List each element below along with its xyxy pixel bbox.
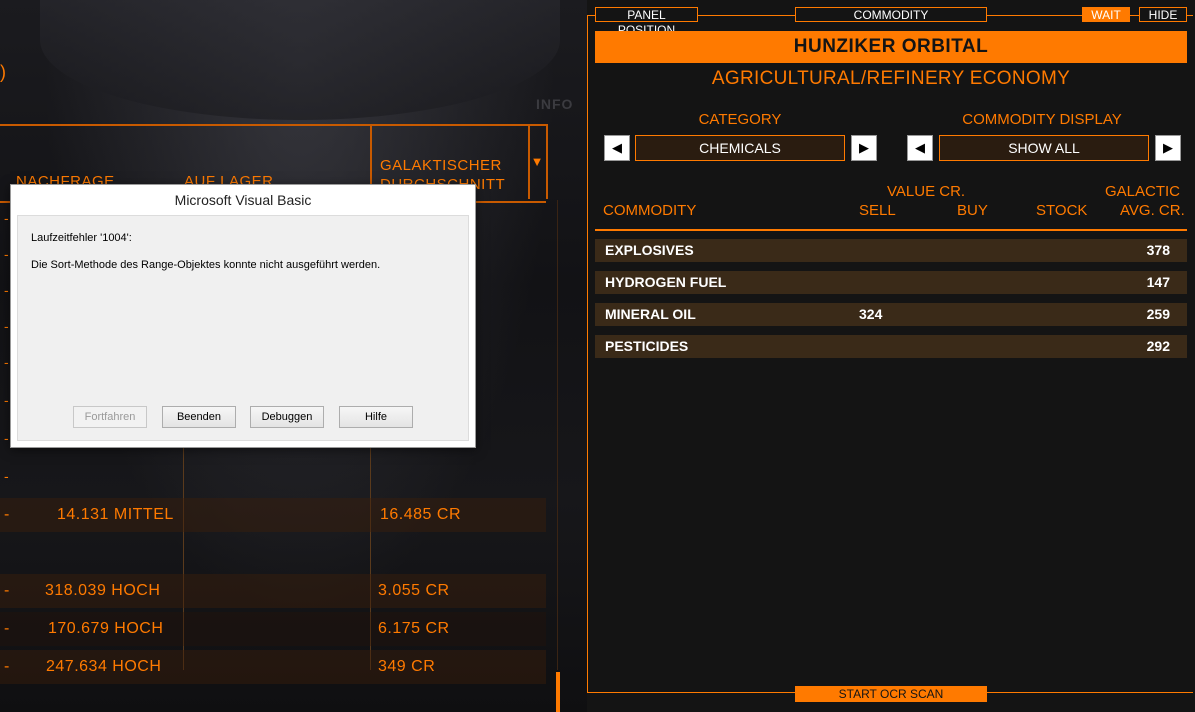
row-galactic: 6.175 CR (378, 620, 450, 637)
commodity-avg: 292 (1146, 338, 1170, 354)
galactic-header: GALACTIC (1105, 183, 1181, 200)
row-dash: - (4, 282, 9, 298)
row-demand: 247.634 HOCH (46, 658, 162, 675)
triangle-left-icon: ◀ (612, 140, 622, 155)
commodity-name: MINERAL OIL (605, 306, 696, 322)
category-prev-button[interactable]: ◀ (604, 135, 630, 161)
end-button[interactable]: Beenden (162, 406, 236, 428)
bg-paren: ) (0, 62, 6, 82)
row-galactic: 3.055 CR (378, 582, 450, 599)
commodity-name: HYDROGEN FUEL (605, 274, 727, 290)
error-message: Die Sort-Methode des Range-Objektes konn… (31, 259, 381, 271)
sell-header[interactable]: SELL (859, 202, 896, 219)
help-button[interactable]: Hilfe (339, 406, 413, 428)
category-next-button[interactable]: ▶ (851, 135, 877, 161)
dialog-body: Laufzeitfehler '1004': Die Sort-Methode … (17, 215, 469, 441)
commodity-avg: 259 (1146, 306, 1170, 322)
row-dash: - (4, 354, 9, 370)
row-dash: - (4, 392, 9, 408)
row-dash: - (4, 318, 9, 334)
tab-commodity[interactable]: COMMODITY (795, 7, 987, 22)
panel-position-button[interactable]: PANEL POSITION (595, 7, 698, 37)
bg-info-text: INFO (536, 96, 574, 112)
economy-type: AGRICULTURAL/REFINERY ECONOMY (711, 68, 1071, 89)
continue-button: Fortfahren (73, 406, 147, 428)
value-cr-header: VALUE CR. (887, 183, 966, 200)
row-dash: - (4, 210, 9, 226)
display-prev-button[interactable]: ◀ (907, 135, 933, 161)
commodity-overlay: PANEL POSITION COMMODITY WAIT HIDE HUNZI… (587, 0, 1195, 712)
triangle-right-icon: ▶ (1163, 140, 1173, 155)
debug-button[interactable]: Debuggen (250, 406, 324, 428)
triangle-right-icon: ▶ (859, 140, 869, 155)
commodity-row[interactable]: MINERAL OIL 324 259 (595, 303, 1187, 326)
row-demand: 14.131 MITTEL (57, 506, 174, 523)
commodity-row[interactable]: EXPLOSIVES 378 (595, 239, 1187, 262)
commodity-name: EXPLOSIVES (605, 242, 694, 258)
row-dash: - (4, 468, 9, 484)
commodity-sell: 324 (859, 306, 883, 322)
scroll-track (557, 200, 558, 670)
market-row[interactable]: - 247.634 HOCH 349 CR (0, 650, 546, 684)
row-demand: 170.679 HOCH (48, 620, 164, 637)
ship-hull-graphic (40, 0, 560, 120)
row-demand: 318.039 HOCH (45, 582, 161, 599)
dialog-title: Microsoft Visual Basic (174, 192, 312, 208)
market-row[interactable]: - 318.039 HOCH 3.055 CR (0, 574, 546, 608)
commodity-avg: 378 (1146, 242, 1170, 258)
col-galactic-1: GALAKTISCHER (380, 157, 502, 174)
avg-cr-header[interactable]: AVG. CR. (1120, 202, 1185, 219)
display-value[interactable]: SHOW ALL (939, 135, 1149, 161)
commodity-avg: 147 (1146, 274, 1170, 290)
category-label: CATEGORY (698, 111, 782, 128)
row-dash: - (4, 246, 9, 262)
stock-header[interactable]: STOCK (1036, 202, 1087, 219)
category-value[interactable]: CHEMICALS (635, 135, 845, 161)
error-code: Laufzeitfehler '1004': (31, 232, 132, 244)
display-label: COMMODITY DISPLAY (962, 111, 1122, 128)
wait-button[interactable]: WAIT (1082, 7, 1130, 22)
market-row[interactable]: - 14.131 MITTEL 16.485 CR (0, 498, 546, 532)
station-name: HUNZIKER ORBITAL (595, 31, 1187, 63)
row-dash: - (4, 430, 9, 446)
row-galactic: 16.485 CR (380, 506, 461, 523)
hide-button[interactable]: HIDE (1139, 7, 1187, 22)
triangle-left-icon: ◀ (915, 140, 925, 155)
vba-error-dialog: Microsoft Visual Basic Laufzeitfehler '1… (10, 184, 476, 448)
buy-header[interactable]: BUY (957, 202, 988, 219)
sort-dropdown-icon[interactable]: ▼ (528, 124, 548, 199)
commodity-row[interactable]: HYDROGEN FUEL 147 (595, 271, 1187, 294)
display-next-button[interactable]: ▶ (1155, 135, 1181, 161)
header-divider (595, 229, 1187, 231)
commodity-header[interactable]: COMMODITY (603, 202, 696, 219)
scrollbar-thumb[interactable] (556, 672, 560, 712)
start-ocr-scan-button[interactable]: START OCR SCAN (795, 686, 987, 702)
market-row[interactable]: - 170.679 HOCH 6.175 CR (0, 612, 546, 646)
row-galactic: 349 CR (378, 658, 436, 675)
commodity-row[interactable]: PESTICIDES 292 (595, 335, 1187, 358)
commodity-name: PESTICIDES (605, 338, 689, 354)
